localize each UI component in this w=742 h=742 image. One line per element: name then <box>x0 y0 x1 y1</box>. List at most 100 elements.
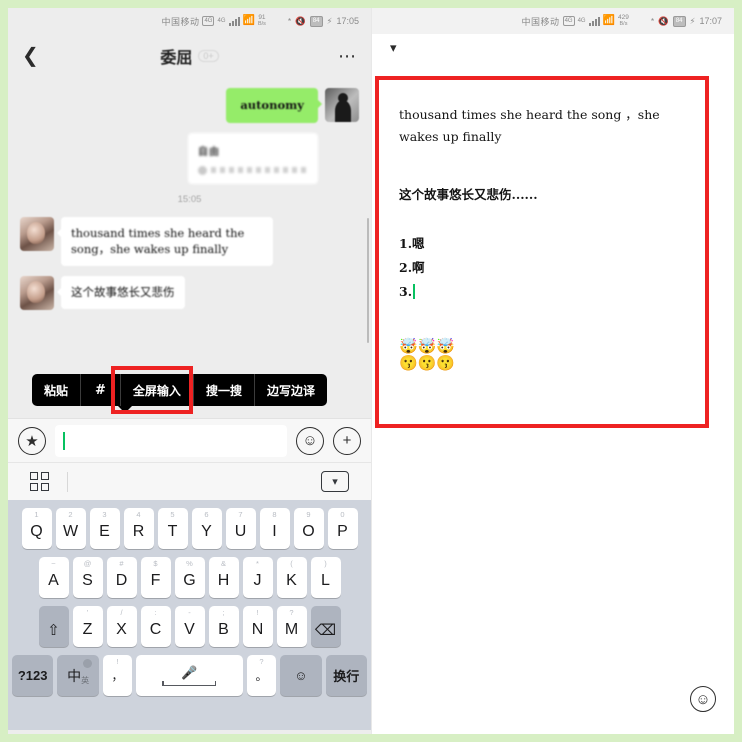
key-x[interactable]: / X <box>106 606 137 647</box>
key-s[interactable]: @ S <box>72 557 103 598</box>
key-e[interactable]: 3E <box>89 508 120 549</box>
key-v[interactable]: -V <box>174 606 205 647</box>
scrollbar[interactable] <box>367 218 369 343</box>
emoji-row: 😗😗😗 <box>399 353 456 372</box>
key-i[interactable]: 8I <box>259 508 290 549</box>
key-hint: 5 <box>170 510 175 519</box>
question-key[interactable]: ? 。 <box>246 655 277 696</box>
message-bubble-incoming[interactable]: 这个故事悠长又悲伤 <box>57 276 185 309</box>
key-m[interactable]: ? M <box>276 606 307 647</box>
message-bubble-incoming[interactable]: thousand times she heard the song，she wa… <box>57 216 273 267</box>
key-hint: 6 <box>204 510 209 519</box>
chevron-left-icon[interactable]: ❮ <box>22 46 39 66</box>
emoji-icon[interactable]: ☺ <box>690 686 716 712</box>
text-caret <box>413 284 415 300</box>
backspace-icon[interactable]: ⌫ <box>310 606 341 647</box>
key-hint: ? <box>289 608 294 617</box>
key-hint: 9 <box>306 510 311 519</box>
key-g[interactable]: % G <box>174 557 205 598</box>
key-hint: : <box>154 608 157 617</box>
key-n[interactable]: ! N <box>242 606 273 647</box>
toolbar-item-hash[interactable]: # <box>81 374 121 406</box>
toolbar-item-translate[interactable]: 边写边译 <box>255 374 327 406</box>
key-l[interactable]: ) L <box>310 557 341 598</box>
enter-key[interactable]: 换行 <box>325 655 367 696</box>
key-o[interactable]: 9O <box>293 508 324 549</box>
toolbar-item-fullscreen-input[interactable]: 全屏输入 <box>121 374 194 406</box>
key-w[interactable]: 2W <box>55 508 86 549</box>
chat-row-outgoing: autonomy <box>20 88 359 123</box>
language-toggle-key[interactable]: 中 英 <box>57 655 99 696</box>
key-label: J <box>253 571 262 589</box>
left-phone-screen: 中国移动 4G 4G 📶 91 B/s * 🔇 84 ⚡ 17:05 ❮ 委屈 … <box>8 8 371 734</box>
space-underline <box>162 682 217 687</box>
avatar[interactable] <box>20 216 54 251</box>
key-q[interactable]: 1Q <box>21 508 52 549</box>
emoji-icon[interactable]: ☺ <box>296 426 324 455</box>
key-f[interactable]: $ F <box>140 557 171 598</box>
mute-icon: 🔇 <box>658 15 669 26</box>
key-label: K <box>286 571 297 589</box>
editor-paragraph-zh: 这个故事悠长又悲伤...... <box>399 186 538 202</box>
fullscreen-editor[interactable]: thousand times she heard the song ，she w… <box>379 80 705 372</box>
punct-hint: ! <box>116 657 119 666</box>
punctuation-key[interactable]: ! ， <box>102 655 133 696</box>
numeric-key[interactable]: ?123 <box>12 655 54 696</box>
key-z[interactable]: ' Z <box>72 606 103 647</box>
toolbar-divider <box>67 471 68 492</box>
status-bar-right: 中国移动 4G 4G 📶 429 B/s * 🔇 84 ⚡ 17:07 <box>372 8 734 34</box>
key-hint: ! <box>256 608 259 617</box>
shift-icon[interactable]: ⇧ <box>38 606 69 647</box>
music-share-card[interactable]: 自由 <box>188 132 318 184</box>
voice-input-icon[interactable]: ★ <box>18 426 46 455</box>
key-hint: 1 <box>34 510 39 519</box>
card-title: 自由 <box>198 146 220 158</box>
music-icon <box>198 165 207 175</box>
message-bubble-outgoing[interactable]: autonomy <box>226 88 322 123</box>
key-d[interactable]: # D <box>106 557 137 598</box>
key-a[interactable]: ~ A <box>38 557 69 598</box>
key-b[interactable]: ; B <box>208 606 239 647</box>
emoji-icon[interactable]: ☺ <box>280 655 322 696</box>
key-c[interactable]: :C <box>140 606 171 647</box>
avatar[interactable] <box>325 88 359 122</box>
key-hint: * <box>256 559 259 568</box>
status-right-group: * 🔇 84 ⚡ 17:07 <box>651 15 722 27</box>
space-key[interactable]: 🎤 <box>136 655 243 696</box>
key-label: M <box>284 620 299 638</box>
card-subtitle <box>211 167 308 174</box>
chevron-down-icon[interactable]: ▾ <box>372 34 734 62</box>
key-y[interactable]: 6Y <box>191 508 222 549</box>
network-type-icon: 4G <box>562 16 575 26</box>
navbar-title-group: 委屈 0+ <box>8 44 371 68</box>
fullscreen-editor-highlight: thousand times she heard the song ，she w… <box>375 76 709 428</box>
toolbar-item-search[interactable]: 搜一搜 <box>194 374 255 406</box>
key-t[interactable]: 5T <box>157 508 188 549</box>
key-k[interactable]: (K <box>276 557 307 598</box>
editor-paragraph-en: thousand times she heard the song ，she w… <box>399 107 660 144</box>
network-type-icon: 4G <box>202 16 215 26</box>
grid-menu-icon[interactable] <box>30 472 49 491</box>
key-label: Y <box>201 522 212 540</box>
key-h[interactable]: & H <box>208 557 239 598</box>
message-input[interactable] <box>55 424 287 457</box>
more-horizontal-icon[interactable]: ⋯ <box>338 47 357 65</box>
key-hint: ' <box>86 608 89 617</box>
toolbar-item-paste[interactable]: 粘贴 <box>32 374 82 406</box>
key-hint: / <box>120 608 123 617</box>
plus-icon[interactable]: + <box>333 426 361 455</box>
chat-message-list[interactable]: autonomy 自由 15:05 thousand times she hea… <box>8 78 371 374</box>
key-u[interactable]: 7U <box>225 508 256 549</box>
key-label: B <box>218 620 229 638</box>
key-r[interactable]: 4R <box>123 508 154 549</box>
keyboard-hide-icon[interactable]: ▾ <box>321 471 349 492</box>
key-hint: # <box>119 559 124 568</box>
avatar[interactable] <box>20 276 54 311</box>
key-j[interactable]: * J <box>242 557 273 598</box>
key-hint: ) <box>324 559 327 568</box>
key-p[interactable]: 0P <box>327 508 358 549</box>
bluetooth-icon: * <box>287 16 292 26</box>
network-speed: 429 B/s <box>618 14 629 27</box>
key-label: F <box>150 571 161 589</box>
signal-bars-icon <box>588 16 600 26</box>
